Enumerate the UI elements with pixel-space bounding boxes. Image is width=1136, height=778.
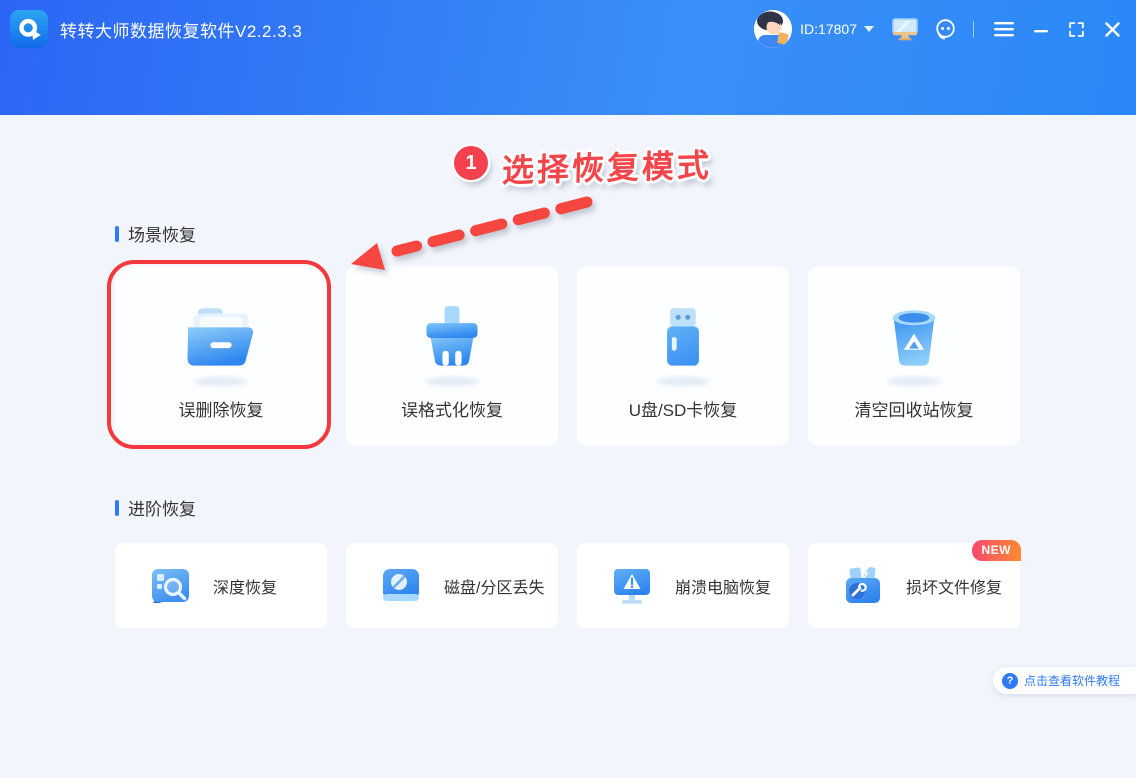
card-deep-recovery[interactable]: 深度恢复 bbox=[115, 543, 327, 628]
card-disk-partition-loss[interactable]: 磁盘/分区丢失 bbox=[346, 543, 558, 628]
icon-shadow bbox=[194, 377, 248, 386]
card-formatted-recovery[interactable]: 误格式化恢复 bbox=[346, 266, 558, 446]
app-logo-icon bbox=[10, 10, 48, 48]
chevron-down-icon[interactable] bbox=[864, 26, 874, 32]
headset-icon bbox=[934, 18, 957, 41]
card-label: 崩溃电脑恢复 bbox=[675, 574, 771, 598]
minimize-icon bbox=[1034, 22, 1048, 36]
titlebar: 转转大师数据恢复软件V2.2.3.3 bbox=[0, 0, 1136, 115]
minimize-button[interactable] bbox=[1034, 22, 1048, 36]
icon-shadow bbox=[425, 377, 479, 386]
icon-shadow bbox=[656, 377, 710, 386]
card-label: U盘/SD卡恢复 bbox=[629, 396, 738, 421]
section-advanced-recovery: 进阶恢复 bbox=[115, 495, 196, 520]
user-avatar[interactable] bbox=[754, 10, 792, 48]
user-id: ID:17807 bbox=[800, 21, 857, 37]
card-label: 损坏文件修复 bbox=[906, 574, 1002, 598]
card-label: 误格式化恢复 bbox=[401, 396, 503, 421]
maximize-button[interactable] bbox=[1068, 21, 1085, 38]
section-title-text: 进阶恢复 bbox=[128, 495, 196, 520]
close-icon bbox=[1105, 22, 1120, 37]
card-usb-sd-recovery[interactable]: U盘/SD卡恢复 bbox=[577, 266, 789, 446]
annotation-step-number: 1 bbox=[454, 146, 488, 180]
fullscreen-icon bbox=[1068, 21, 1085, 38]
card-label: 磁盘/分区丢失 bbox=[444, 574, 544, 598]
card-deleted-file-recovery[interactable]: 误删除恢复 bbox=[115, 266, 327, 446]
folder-icon bbox=[178, 304, 264, 372]
app-window: 转转大师数据恢复软件V2.2.3.3 bbox=[0, 0, 1136, 778]
tutorial-label: 点击查看软件教程 bbox=[1024, 672, 1120, 689]
card-damaged-file-repair[interactable]: NEW 损坏文件修复 bbox=[808, 543, 1020, 628]
monitor-icon bbox=[892, 17, 918, 41]
advanced-recovery-row: 深度恢复 磁盘/分区丢失 bbox=[115, 543, 1020, 628]
customer-service-button[interactable] bbox=[934, 18, 957, 41]
deep-scan-icon bbox=[147, 563, 193, 609]
close-button[interactable] bbox=[1105, 22, 1120, 37]
hamburger-menu-icon bbox=[994, 21, 1014, 37]
card-label: 清空回收站恢复 bbox=[855, 396, 974, 421]
section-bar-icon bbox=[115, 500, 119, 516]
card-recycle-bin-recovery[interactable]: 清空回收站恢复 bbox=[808, 266, 1020, 446]
scene-recovery-row: 误删除恢复 误格式化恢复 bbox=[115, 266, 1020, 446]
card-label: 误删除恢复 bbox=[179, 396, 264, 421]
section-bar-icon bbox=[115, 226, 119, 242]
brush-icon bbox=[409, 304, 495, 372]
menu-button[interactable] bbox=[994, 21, 1014, 37]
card-crashed-pc-recovery[interactable]: 崩溃电脑恢复 bbox=[577, 543, 789, 628]
recycle-bin-icon bbox=[871, 304, 957, 372]
section-scene-recovery: 场景恢复 bbox=[115, 221, 196, 246]
app-title: 转转大师数据恢复软件V2.2.3.3 bbox=[60, 17, 302, 42]
annotation-arrow-icon bbox=[335, 180, 625, 280]
new-badge: NEW bbox=[972, 540, 1022, 561]
disk-partition-icon bbox=[378, 563, 424, 609]
card-label: 深度恢复 bbox=[213, 574, 277, 598]
icon-shadow bbox=[887, 377, 941, 386]
file-repair-icon bbox=[840, 563, 886, 609]
question-mark-icon: ? bbox=[1002, 673, 1018, 689]
screen-share-button[interactable] bbox=[892, 17, 918, 41]
tutorial-button[interactable]: ? 点击查看软件教程 bbox=[993, 667, 1136, 694]
usb-drive-icon bbox=[640, 304, 726, 372]
crashed-pc-icon bbox=[609, 563, 655, 609]
section-title-text: 场景恢复 bbox=[128, 221, 196, 246]
titlebar-divider bbox=[973, 21, 974, 38]
